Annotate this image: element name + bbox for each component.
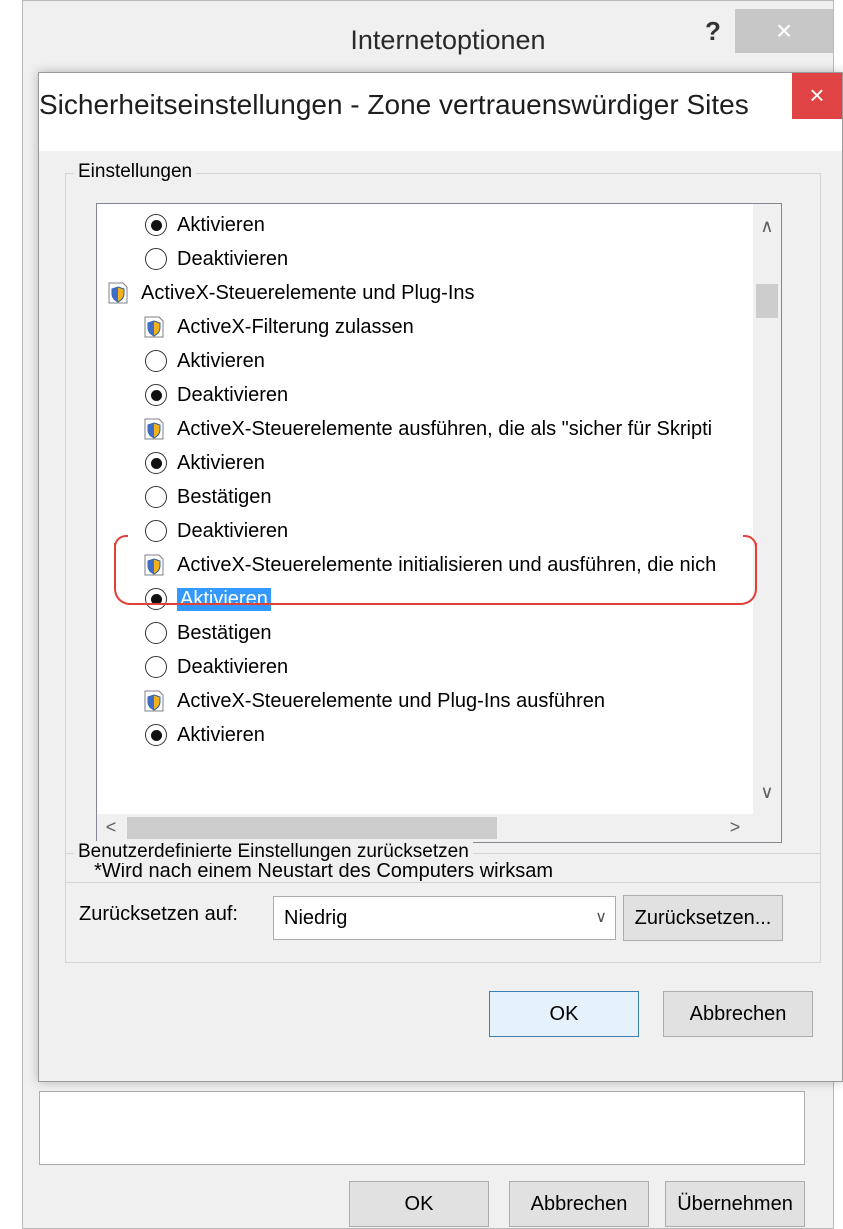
tree-item-label: ActiveX-Steuerelemente und Plug-Ins ausf…: [177, 689, 606, 712]
tree-radio-option[interactable]: Bestätigen: [145, 616, 272, 650]
settings-tree[interactable]: Aktivieren Deaktivieren ActiveX-Steuerelem…: [96, 203, 782, 843]
scroll-down-icon[interactable]: ∨: [755, 782, 779, 803]
radio-unchecked-icon[interactable]: [145, 520, 167, 542]
radio-unchecked-icon[interactable]: [145, 248, 167, 270]
security-settings-titlebar: Sicherheitseinstellungen - Zone vertraue…: [39, 73, 842, 151]
tree-radio-option[interactable]: Deaktivieren: [145, 378, 288, 412]
scrollbar-corner: [753, 814, 781, 842]
reset-group-label: Benutzerdefinierte Einstellungen zurücks…: [74, 841, 473, 863]
highlight-annotation: [114, 535, 757, 605]
tree-item-label: ActiveX-Filterung zulassen: [177, 315, 414, 338]
tree-item-label: Aktivieren: [177, 349, 265, 372]
radio-checked-icon[interactable]: [145, 724, 167, 746]
scroll-left-icon[interactable]: <: [99, 817, 123, 838]
tree-category[interactable]: ActiveX-Filterung zulassen: [143, 310, 414, 344]
reset-button[interactable]: Zurücksetzen...: [623, 895, 783, 941]
internet-options-ok-button[interactable]: OK: [349, 1181, 489, 1227]
tree-radio-option[interactable]: Aktivieren: [145, 718, 265, 752]
shield-icon: [144, 690, 164, 712]
radio-unchecked-icon[interactable]: [145, 486, 167, 508]
internet-options-cancel-button[interactable]: Abbrechen: [509, 1181, 649, 1227]
tree-item-label: Bestätigen: [177, 485, 272, 508]
chevron-down-icon[interactable]: ∨: [595, 897, 607, 939]
scroll-up-icon[interactable]: ∧: [755, 216, 779, 237]
tree-item-label: Aktivieren: [177, 723, 265, 746]
tree-item-label: ActiveX-Steuerelemente ausführen, die al…: [177, 417, 713, 440]
tree-item-label: ActiveX-Steuerelemente und Plug-Ins: [141, 281, 475, 304]
horizontal-scroll-thumb[interactable]: [127, 817, 497, 839]
tree-radio-option[interactable]: Aktivieren: [145, 446, 265, 480]
tree-item-label: Aktivieren: [177, 451, 265, 474]
tree-radio-option[interactable]: Bestätigen: [145, 480, 272, 514]
radio-unchecked-icon[interactable]: [145, 656, 167, 678]
ok-button[interactable]: OK: [489, 991, 639, 1037]
settings-group-label: Einstellungen: [74, 161, 197, 183]
tree-item-label: Deaktivieren: [177, 519, 289, 542]
help-button[interactable]: ?: [693, 13, 733, 49]
tree-radio-option[interactable]: Deaktivieren: [145, 242, 288, 276]
security-settings-close-button[interactable]: ×: [792, 73, 842, 119]
tree-item-label: Deaktivieren: [177, 655, 289, 678]
tree-radio-option[interactable]: Aktivieren: [145, 208, 265, 242]
scroll-right-icon[interactable]: >: [723, 817, 747, 838]
background-text-area: [39, 1091, 805, 1165]
tree-item-label: Bestätigen: [177, 621, 272, 644]
radio-checked-icon[interactable]: [145, 384, 167, 406]
security-settings-dialog: Sicherheitseinstellungen - Zone vertraue…: [38, 72, 843, 1082]
reset-level-value: Niedrig: [284, 907, 348, 929]
reset-to-label: Zurücksetzen auf:: [79, 903, 238, 925]
radio-unchecked-icon[interactable]: [145, 622, 167, 644]
security-settings-title: Sicherheitseinstellungen - Zone vertraue…: [39, 89, 749, 120]
radio-unchecked-icon[interactable]: [145, 350, 167, 372]
reset-level-combobox[interactable]: Niedrig ∨: [273, 896, 616, 940]
internet-options-close-button[interactable]: ×: [735, 9, 833, 53]
shield-icon: [144, 418, 164, 440]
cancel-button[interactable]: Abbrechen: [663, 991, 813, 1037]
vertical-scrollbar[interactable]: ∧ ∨: [753, 204, 781, 816]
tree-radio-option[interactable]: Deaktivieren: [145, 650, 288, 684]
radio-checked-icon[interactable]: [145, 214, 167, 236]
radio-checked-icon[interactable]: [145, 452, 167, 474]
tree-item-label: Deaktivieren: [177, 383, 289, 406]
internet-options-apply-button[interactable]: Übernehmen: [665, 1181, 805, 1227]
tree-radio-option[interactable]: Aktivieren: [145, 344, 265, 378]
tree-category[interactable]: ActiveX-Steuerelemente und Plug-Ins ausf…: [143, 684, 605, 718]
tree-category[interactable]: ActiveX-Steuerelemente ausführen, die al…: [143, 412, 712, 446]
internet-options-titlebar: Internetoptionen ? ×: [23, 1, 833, 81]
vertical-scroll-thumb[interactable]: [756, 284, 778, 318]
tree-category[interactable]: ActiveX-Steuerelemente und Plug-Ins: [107, 276, 475, 310]
tree-item-label: Aktivieren: [177, 213, 265, 236]
tree-item-label: Deaktivieren: [177, 247, 289, 270]
horizontal-scrollbar[interactable]: < >: [97, 814, 755, 842]
shield-icon: [144, 316, 164, 338]
shield-icon: [108, 282, 128, 304]
